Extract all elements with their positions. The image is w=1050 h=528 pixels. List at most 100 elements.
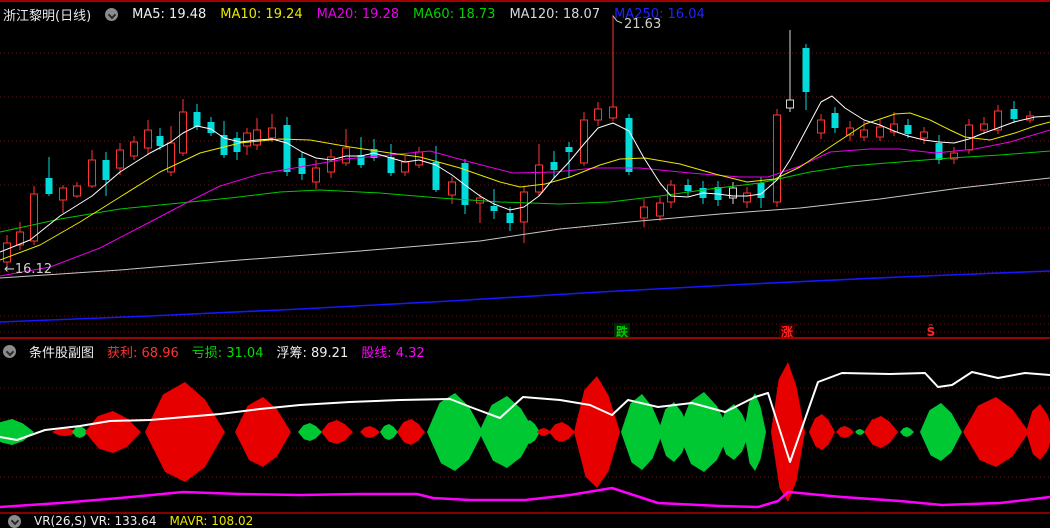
- candlestick: [594, 102, 602, 126]
- chip-blob: [549, 422, 575, 442]
- panel-title: 条件股副图: [29, 346, 95, 361]
- candlestick: [357, 137, 365, 168]
- candlestick: [535, 144, 543, 196]
- chip-blob: [0, 419, 34, 445]
- candlestick: [935, 135, 943, 164]
- chip-blob: [855, 429, 865, 435]
- indicator-line: [0, 486, 1050, 509]
- candlestick: [253, 118, 261, 150]
- candlestick: [167, 126, 175, 176]
- chip-blob: [85, 411, 141, 453]
- chip-blob: [864, 416, 898, 448]
- chevron-down-circle-icon[interactable]: [105, 8, 119, 21]
- chip-blob: [397, 419, 425, 445]
- svg-text:Ŝ: Ŝ: [927, 324, 936, 339]
- chip-blob: [321, 420, 353, 444]
- ma120-label: MA120: 18.07: [509, 7, 601, 22]
- candlestick: [73, 182, 81, 198]
- candlestick: [743, 187, 751, 208]
- main-price-chart: 21.63←16.12: [0, 15, 1050, 333]
- chevron-down-circle-icon[interactable]: [3, 345, 16, 358]
- candlestick: [994, 105, 1002, 134]
- candlestick: [950, 147, 958, 164]
- chart-canvas[interactable]: 21.63←16.12 跌 涨 Ŝ: [0, 0, 1050, 520]
- ma60-label: MA60: 18.73: [413, 7, 496, 22]
- candlestick: [506, 207, 514, 231]
- main-chart-header: 浙江黎明(日线) MA5: 19.48 MA10: 19.24 MA20: 19…: [3, 5, 705, 24]
- candlestick: [640, 199, 648, 227]
- candlestick: [130, 136, 138, 160]
- signal-marker: 跌: [614, 323, 630, 339]
- candlestick: [609, 15, 617, 121]
- candlestick: [476, 194, 484, 223]
- profit-label: 获利: 68.96: [107, 346, 179, 361]
- candlestick: [179, 99, 187, 156]
- chip-blob: [836, 426, 854, 438]
- candlestick: [729, 182, 737, 204]
- candlestick: [102, 152, 110, 196]
- candlestick: [88, 150, 96, 188]
- chip-blob: [427, 393, 483, 471]
- candlestick: [59, 185, 67, 213]
- ma-line-ma10: [0, 112, 1050, 261]
- signal-marker: 涨: [779, 323, 795, 339]
- candlestick: [965, 119, 973, 154]
- chip-blob: [145, 382, 225, 482]
- candlestick: [45, 157, 53, 196]
- candlestick: [580, 112, 588, 166]
- ma-line-ma250: [0, 270, 1050, 323]
- candlestick: [802, 44, 810, 110]
- vr-label: VR(26,S) VR: 133.64: [34, 514, 157, 528]
- stock-title: 浙江黎明(日线): [3, 9, 92, 24]
- chip-blob: [574, 376, 620, 488]
- candlestick: [786, 30, 794, 112]
- candlestick: [233, 132, 241, 160]
- chip-blob: [1026, 404, 1050, 460]
- candlestick: [684, 179, 692, 196]
- svg-text:跌: 跌: [616, 324, 629, 339]
- candlestick: [207, 117, 215, 136]
- candlestick: [283, 117, 291, 176]
- ma20-label: MA20: 19.28: [316, 7, 400, 22]
- candlestick: [327, 149, 335, 178]
- vr-panel-header: VR(26,S) VR: 133.64 MAVR: 108.02: [8, 514, 253, 528]
- signal-markers: 跌涨Ŝ: [614, 323, 935, 339]
- candlestick: [30, 186, 38, 245]
- candlestick: [1010, 101, 1018, 123]
- ma10-label: MA10: 19.24: [220, 7, 303, 22]
- chevron-down-circle-icon[interactable]: [8, 514, 21, 528]
- candlestick: [268, 114, 276, 142]
- low-price-annotation: ←16.12: [4, 262, 52, 277]
- chip-blob: [744, 393, 766, 471]
- candlestick: [1026, 111, 1034, 123]
- candlestick: [342, 129, 350, 166]
- mavr-label: MAVR: 108.02: [169, 514, 254, 528]
- chip-blob: [537, 428, 551, 436]
- candlestick: [817, 114, 825, 139]
- candlestick: [920, 127, 928, 144]
- candlestick: [448, 177, 456, 204]
- candlestick: [656, 197, 664, 221]
- candlestick: [16, 222, 24, 250]
- indicator-panel: [0, 362, 1050, 509]
- candlestick: [831, 107, 839, 133]
- chip-blob: [360, 426, 380, 438]
- indicator-panel-header: 条件股副图 获利: 68.96 亏损: 31.04 浮筹: 89.21 股线: …: [3, 342, 425, 361]
- candlestick: [401, 156, 409, 176]
- chip-blob: [380, 424, 398, 440]
- ma250-label: MA250: 16.04: [614, 7, 705, 22]
- candlestick: [144, 120, 152, 155]
- chip-blob: [963, 397, 1029, 467]
- candlestick: [387, 144, 395, 176]
- svg-text:涨: 涨: [781, 324, 793, 339]
- guxian-label: 股线: 4.32: [361, 346, 425, 361]
- chip-blob: [621, 394, 663, 470]
- loss-label: 亏损: 31.04: [191, 346, 264, 361]
- chip-blob: [920, 403, 962, 461]
- candlestick: [876, 119, 884, 141]
- candlestick: [565, 142, 573, 178]
- candlestick: [846, 121, 854, 141]
- floating-label: 浮筹: 89.21: [276, 346, 349, 361]
- candlestick: [980, 117, 988, 134]
- candlestick: [550, 151, 558, 178]
